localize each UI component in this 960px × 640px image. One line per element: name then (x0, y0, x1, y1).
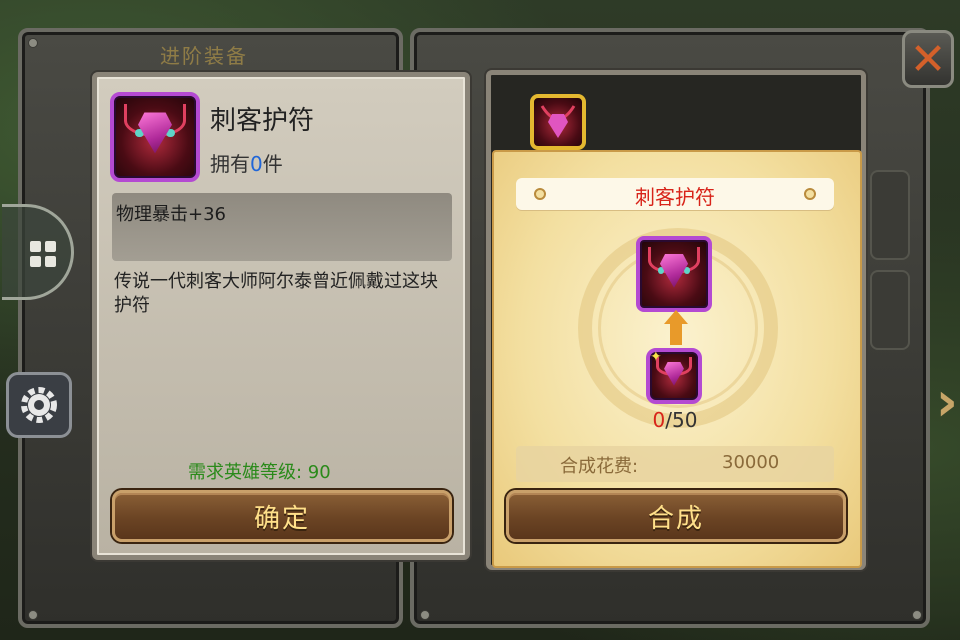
gear-icon (21, 387, 57, 423)
cost-value: 30000 (722, 452, 780, 473)
item-name: 刺客护符 (210, 106, 315, 136)
rivet (420, 610, 430, 620)
fragment-badge-icon: ✦ (650, 349, 662, 365)
background-title: 进阶装备 (160, 44, 248, 68)
assassin-amulet-icon (110, 92, 200, 182)
level-requirement: 需求英雄等级: 90 (188, 462, 331, 483)
fragment-progress: 0/50 (630, 408, 720, 432)
craft-target-name: 刺客护符 (635, 185, 715, 209)
background-slot (870, 270, 910, 350)
cost-label: 合成花费: (560, 456, 639, 477)
grid-icon (30, 241, 56, 267)
item-description: 传说一代刺客大师阿尔泰曾近佩戴过这块护符 (114, 271, 438, 316)
owned-count: 0 (250, 152, 263, 176)
rivet (28, 38, 38, 48)
item-stat: 物理暴击+36 (116, 204, 226, 225)
amulet-icon (540, 105, 576, 138)
selected-item-tab[interactable] (530, 94, 586, 150)
background-slot (870, 170, 910, 260)
owned-suffix: 件 (262, 152, 283, 176)
rivet (912, 610, 922, 620)
confirm-button[interactable]: 确定 (112, 490, 452, 542)
craft-button[interactable]: 合成 (506, 490, 846, 542)
progress-total: /50 (665, 408, 698, 432)
owned-prefix: 拥有 (210, 152, 250, 176)
up-arrow-icon (664, 310, 688, 346)
settings-button[interactable] (6, 372, 72, 438)
owned-count-line: 拥有0件 (210, 148, 283, 177)
rivet (28, 610, 38, 620)
next-arrow-icon[interactable]: › (936, 370, 958, 433)
progress-current: 0 (652, 408, 666, 432)
craft-result-icon[interactable] (636, 236, 712, 312)
close-button[interactable]: ✕ (902, 30, 954, 88)
